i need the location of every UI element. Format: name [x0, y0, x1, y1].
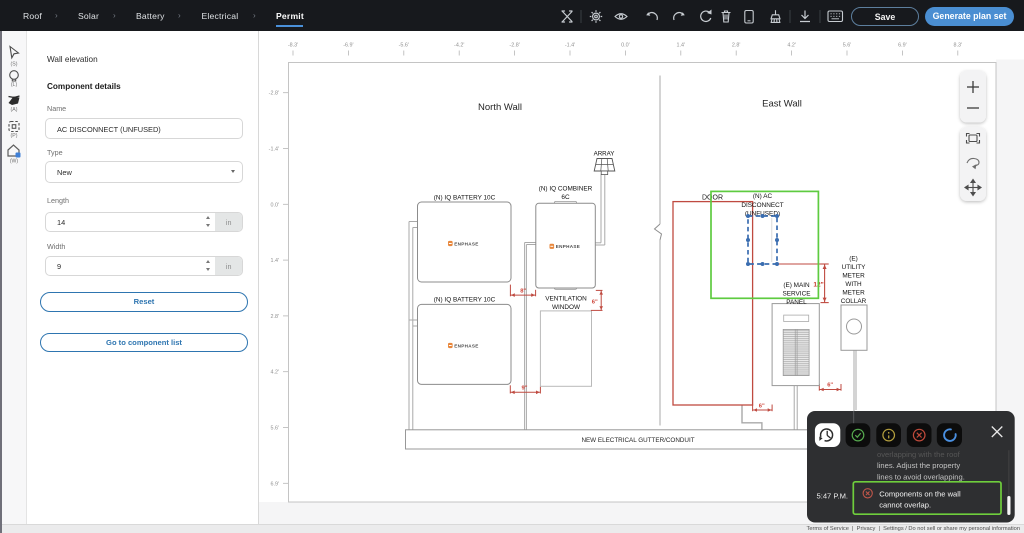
svg-text:(P): (P): [11, 133, 18, 139]
svg-text:(E) MAIN: (E) MAIN: [783, 282, 810, 289]
svg-text:DOOR: DOOR: [702, 195, 723, 202]
svg-text:-1.4': -1.4': [269, 147, 279, 153]
svg-text:4.2': 4.2': [270, 370, 279, 376]
svg-text:NEW ELECTRICAL GUTTER/CONDUIT: NEW ELECTRICAL GUTTER/CONDUIT: [581, 437, 694, 444]
svg-text:6": 6": [759, 404, 765, 410]
svg-text:cannot overlap.: cannot overlap.: [879, 501, 931, 510]
svg-text:6": 6": [827, 383, 833, 389]
svg-text:ENPHASE: ENPHASE: [454, 241, 478, 246]
svg-text:(N) AC: (N) AC: [753, 193, 773, 200]
svg-text:8.3': 8.3': [954, 43, 963, 49]
svg-text:5:47 P.M.: 5:47 P.M.: [817, 492, 849, 501]
svg-text:8": 8": [520, 289, 526, 295]
svg-text:4.2': 4.2': [787, 43, 796, 49]
svg-text:(N) IQ BATTERY 10C: (N) IQ BATTERY 10C: [434, 195, 496, 202]
svg-text:lines to avoid overlapping.: lines to avoid overlapping.: [877, 473, 965, 482]
svg-text:1.4': 1.4': [270, 258, 279, 264]
svg-text:5.6': 5.6': [270, 426, 279, 432]
svg-text:-2.8': -2.8': [269, 91, 279, 97]
svg-text:-8.3': -8.3': [288, 43, 298, 49]
svg-text:COLLAR: COLLAR: [841, 298, 867, 305]
svg-text:(W): (W): [10, 159, 19, 165]
svg-text:North Wall: North Wall: [478, 102, 522, 113]
svg-text:(A): (A): [11, 107, 18, 113]
svg-text:6C: 6C: [561, 194, 570, 201]
svg-text:lines. Adjust the property: lines. Adjust the property: [877, 461, 960, 470]
svg-text:6.9': 6.9': [270, 481, 279, 487]
svg-text:East Wall: East Wall: [762, 99, 802, 110]
svg-text:-6.9': -6.9': [343, 43, 353, 49]
svg-text:(N) IQ BATTERY 10C: (N) IQ BATTERY 10C: [434, 297, 496, 304]
svg-text:(E): (E): [849, 256, 858, 263]
svg-text:0.0': 0.0': [621, 43, 630, 49]
svg-text:6": 6": [592, 300, 598, 306]
svg-text:WINDOW: WINDOW: [552, 304, 581, 311]
svg-text:0.0': 0.0': [270, 202, 279, 208]
svg-text:-1.4': -1.4': [565, 43, 575, 49]
svg-text:2.8': 2.8': [270, 314, 279, 320]
svg-text:9": 9": [522, 385, 528, 391]
svg-text:SERVICE: SERVICE: [783, 291, 811, 298]
svg-text:-2.8': -2.8': [509, 43, 519, 49]
svg-text:5.6': 5.6': [843, 43, 852, 49]
svg-text:Components on the wall: Components on the wall: [879, 490, 961, 499]
svg-text:ENPHASE: ENPHASE: [454, 343, 478, 348]
svg-text:6.9': 6.9': [898, 43, 907, 49]
svg-text:2.8': 2.8': [732, 43, 741, 49]
svg-text:METER: METER: [842, 290, 865, 297]
svg-text:UTILITY: UTILITY: [842, 264, 867, 271]
svg-text:ENPHASE: ENPHASE: [556, 244, 580, 249]
svg-text:WITH: WITH: [845, 281, 862, 288]
svg-text:(S): (S): [11, 62, 18, 68]
svg-text:ARRAY: ARRAY: [594, 151, 615, 158]
svg-text:-5.6': -5.6': [399, 43, 409, 49]
svg-text:overlapping with the roof: overlapping with the roof: [877, 450, 961, 459]
svg-text:(L): (L): [11, 82, 18, 88]
svg-text:DISCONNECT: DISCONNECT: [741, 202, 783, 209]
svg-text:PANEL: PANEL: [786, 299, 807, 306]
svg-text:1.4': 1.4': [677, 43, 686, 49]
svg-text:METER: METER: [842, 273, 865, 280]
svg-text:-4.2': -4.2': [454, 43, 464, 49]
svg-text:(N) IQ COMBINER: (N) IQ COMBINER: [539, 186, 593, 193]
svg-text:VENTILATION: VENTILATION: [545, 296, 587, 303]
